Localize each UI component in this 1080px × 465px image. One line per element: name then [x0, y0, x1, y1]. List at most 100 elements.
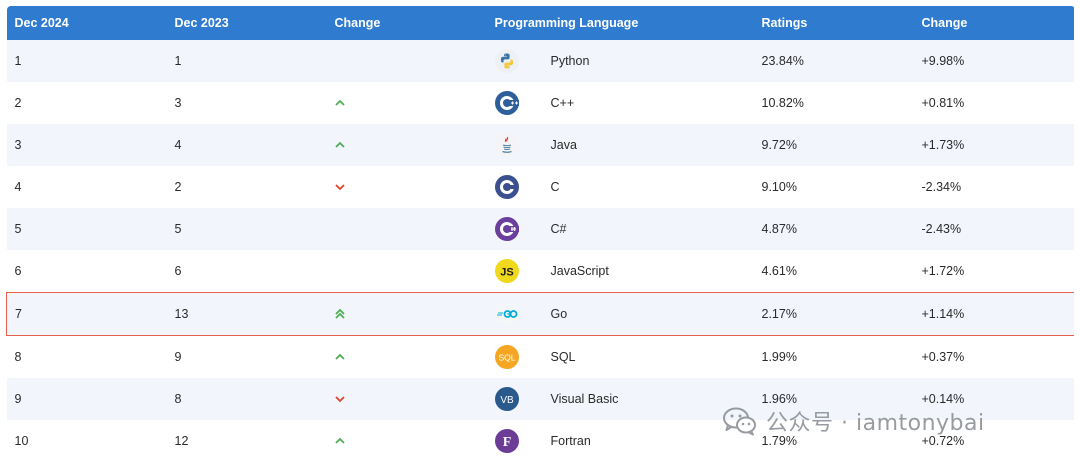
header-change-ratings[interactable]: Change — [913, 6, 1074, 40]
chevron-up-icon — [334, 353, 487, 361]
ratings-change-cell: +0.37% — [913, 335, 1074, 378]
ratings-cell: 2.17% — [753, 292, 914, 336]
rank-cell: 9 — [6, 378, 167, 420]
header-dec-2023[interactable]: Dec 2023 — [166, 6, 327, 40]
ratings-cell: 23.84% — [753, 40, 914, 82]
language-name-cell[interactable]: Java — [550, 124, 754, 166]
ratings-cell: 4.87% — [753, 208, 914, 250]
previous-rank-cell: 12 — [166, 420, 327, 462]
table-row[interactable]: 1 1 Python 23.84% +9.98% — [6, 40, 1074, 82]
logo-cell — [486, 166, 551, 208]
logo-cell — [486, 82, 551, 124]
chevron-up-icon — [334, 437, 487, 445]
header-change-rank[interactable]: Change — [326, 6, 487, 40]
javascript-logo-icon: JS — [494, 259, 519, 283]
previous-rank-cell: 3 — [166, 82, 327, 124]
previous-rank-cell: 9 — [166, 335, 327, 378]
ratings-cell: 10.82% — [753, 82, 914, 124]
visual-basic-logo-icon: VB — [494, 387, 519, 411]
previous-rank-cell: 5 — [166, 208, 327, 250]
rank-cell: 4 — [6, 166, 167, 208]
logo-cell: VB — [486, 378, 551, 420]
ratings-cell: 9.10% — [753, 166, 914, 208]
previous-rank-cell: 8 — [166, 378, 327, 420]
table-row[interactable]: 8 9 SQL SQL 1.99% +0.37% — [6, 335, 1074, 378]
rank-cell: 8 — [6, 335, 167, 378]
csharp-logo-icon — [494, 217, 519, 241]
language-name-cell[interactable]: SQL — [550, 335, 754, 378]
trend-cell — [326, 378, 487, 420]
language-name-cell[interactable]: C — [550, 166, 754, 208]
logo-cell — [486, 292, 551, 336]
go-logo-icon — [494, 302, 519, 326]
logo-cell: JS — [486, 250, 551, 293]
logo-cell — [486, 124, 551, 166]
sql-logo-text: SQL — [498, 353, 515, 363]
tiobe-index-page: Dec 2024 Dec 2023 Change Programming Lan… — [0, 0, 1080, 465]
table-row[interactable]: 5 5 C# 4.87% -2.43% — [6, 208, 1074, 250]
language-name-cell[interactable]: C++ — [550, 82, 754, 124]
ratings-cell: 1.99% — [753, 335, 914, 378]
rank-cell: 10 — [6, 420, 167, 462]
ratings-change-cell: +1.73% — [913, 124, 1074, 166]
header-dec-2024[interactable]: Dec 2024 — [6, 6, 167, 40]
trend-cell — [326, 335, 487, 378]
rank-cell: 5 — [6, 208, 167, 250]
ratings-change-cell: +1.72% — [913, 250, 1074, 293]
rank-cell: 3 — [6, 124, 167, 166]
chevron-up-icon — [334, 99, 487, 107]
table-header-row: Dec 2024 Dec 2023 Change Programming Lan… — [6, 6, 1074, 40]
trend-cell — [326, 208, 487, 250]
trend-cell — [326, 82, 487, 124]
language-name-cell[interactable]: C# — [550, 208, 754, 250]
fortran-logo-icon: F — [494, 429, 519, 453]
wechat-icon — [722, 406, 758, 436]
cpp-logo-icon — [494, 91, 519, 115]
logo-cell: SQL — [486, 335, 551, 378]
ratings-change-cell: +9.98% — [913, 40, 1074, 82]
previous-rank-cell: 2 — [166, 166, 327, 208]
table-row[interactable]: 2 3 C++ 10.82% +0.81% — [6, 82, 1074, 124]
table-row[interactable]: 4 2 C 9.10% -2.34% — [6, 166, 1074, 208]
rank-cell: 7 — [6, 292, 167, 336]
previous-rank-cell: 1 — [166, 40, 327, 82]
language-name-cell[interactable]: Go — [550, 292, 754, 336]
previous-rank-cell: 4 — [166, 124, 327, 166]
sql-logo-icon: SQL — [494, 345, 519, 369]
c-logo-icon — [494, 175, 519, 199]
ranking-table-container: Dec 2024 Dec 2023 Change Programming Lan… — [6, 6, 1074, 465]
wechat-watermark: 公众号 · iamtonybai — [722, 403, 985, 439]
table-row[interactable]: 6 6 JS JavaScript 4.61% +1.72% — [6, 250, 1074, 293]
logo-cell — [486, 40, 551, 82]
chevron-down-icon — [334, 183, 487, 191]
language-name-cell[interactable]: JavaScript — [550, 250, 754, 293]
ratings-change-cell: -2.34% — [913, 166, 1074, 208]
previous-rank-cell: 13 — [166, 292, 327, 336]
javascript-logo-text: JS — [500, 267, 513, 279]
ratings-change-cell: +0.81% — [913, 82, 1074, 124]
ranking-table: Dec 2024 Dec 2023 Change Programming Lan… — [6, 6, 1074, 462]
java-logo-icon — [494, 133, 519, 157]
previous-rank-cell: 6 — [166, 250, 327, 293]
rank-cell: 1 — [6, 40, 167, 82]
python-logo-icon — [494, 49, 519, 73]
double-chevron-up-icon — [334, 308, 487, 320]
language-name-cell[interactable]: Python — [550, 40, 754, 82]
visual-basic-logo-text: VB — [500, 395, 514, 406]
trend-cell — [326, 40, 487, 82]
trend-cell — [326, 166, 487, 208]
header-programming-language[interactable]: Programming Language — [486, 6, 754, 40]
trend-cell — [326, 420, 487, 462]
trend-cell — [326, 250, 487, 293]
header-ratings[interactable]: Ratings — [753, 6, 914, 40]
table-row-highlighted-go[interactable]: 7 13 Go 2.17% +1.14% — [6, 292, 1074, 336]
ratings-change-cell: +1.14% — [913, 292, 1074, 336]
ratings-cell: 4.61% — [753, 250, 914, 293]
table-row[interactable]: 3 4 Java 9.72% +1.73% — [6, 124, 1074, 166]
logo-cell: F — [486, 420, 551, 462]
rank-cell: 2 — [6, 82, 167, 124]
chevron-down-icon — [334, 395, 487, 403]
logo-cell — [486, 208, 551, 250]
ratings-change-cell: -2.43% — [913, 208, 1074, 250]
trend-cell — [326, 124, 487, 166]
